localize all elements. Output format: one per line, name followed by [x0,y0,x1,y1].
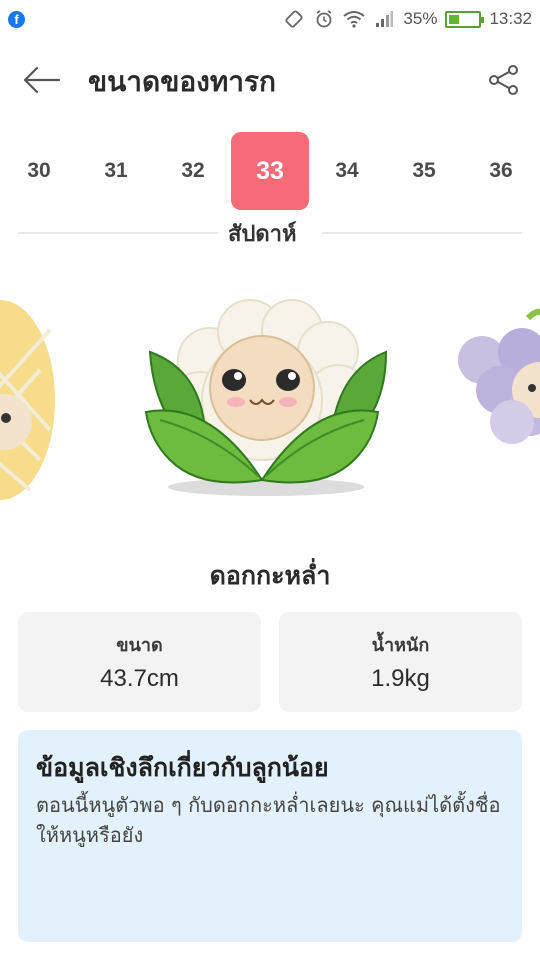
insight-title: ข้อมูลเชิงลึกเกี่ยวกับลูกน้อย [36,753,329,782]
week-32[interactable]: 32 [154,132,232,210]
clock: 13:32 [489,9,532,28]
size-card: ขนาด 43.7cm [18,612,261,712]
week-36[interactable]: 36 [462,132,540,210]
divider [18,232,218,234]
share-icon [489,65,518,95]
week-31[interactable]: 31 [77,132,155,210]
fruit-name: ดอกกะหล่ำ [209,561,331,590]
page-title: ขนาดของทารก [88,65,276,98]
cauliflower-image [144,299,388,496]
battery-percent: 35% [403,9,438,28]
auto-rotate-icon [283,9,305,29]
week-30[interactable]: 30 [0,132,78,210]
facebook-notification-icon: f [8,10,25,28]
size-label: ขนาด [116,635,163,656]
status-bar: f 35% 13:32 [0,0,540,38]
insight-body: ตอนนี้หนูตัวพอ ๆ กับดอกกะหล่ำเลยนะ คุณแม… [36,793,501,847]
previous-fruit-melon-image[interactable] [0,300,55,500]
wifi-icon [343,9,366,29]
week-label: สัปดาห์ [228,222,297,247]
arrow-left-icon [23,66,61,94]
back-button[interactable] [22,62,62,98]
share-button[interactable] [486,62,522,98]
app-header: ขนาดของทารก [0,50,540,110]
weight-value: 1.9kg [371,665,430,692]
size-value: 43.7cm [100,665,179,692]
weight-label: น้ำหนัก [371,635,430,656]
week-33-selected[interactable]: 33 [231,132,309,210]
next-fruit-grapes-image[interactable] [458,308,540,444]
fruit-carousel[interactable] [0,290,540,520]
week-34[interactable]: 34 [308,132,386,210]
divider [322,232,522,234]
alarm-icon [313,9,335,29]
signal-icon [373,9,395,29]
battery-icon [445,10,485,28]
week-label-row: สัปดาห์ [18,216,522,250]
weight-card: น้ำหนัก 1.9kg [279,612,522,712]
insight-card: ข้อมูลเชิงลึกเกี่ยวกับลูกน้อย ตอนนี้หนูต… [18,730,522,942]
week-selector: 30 31 32 33 34 35 36 [0,132,540,210]
week-35[interactable]: 35 [385,132,463,210]
